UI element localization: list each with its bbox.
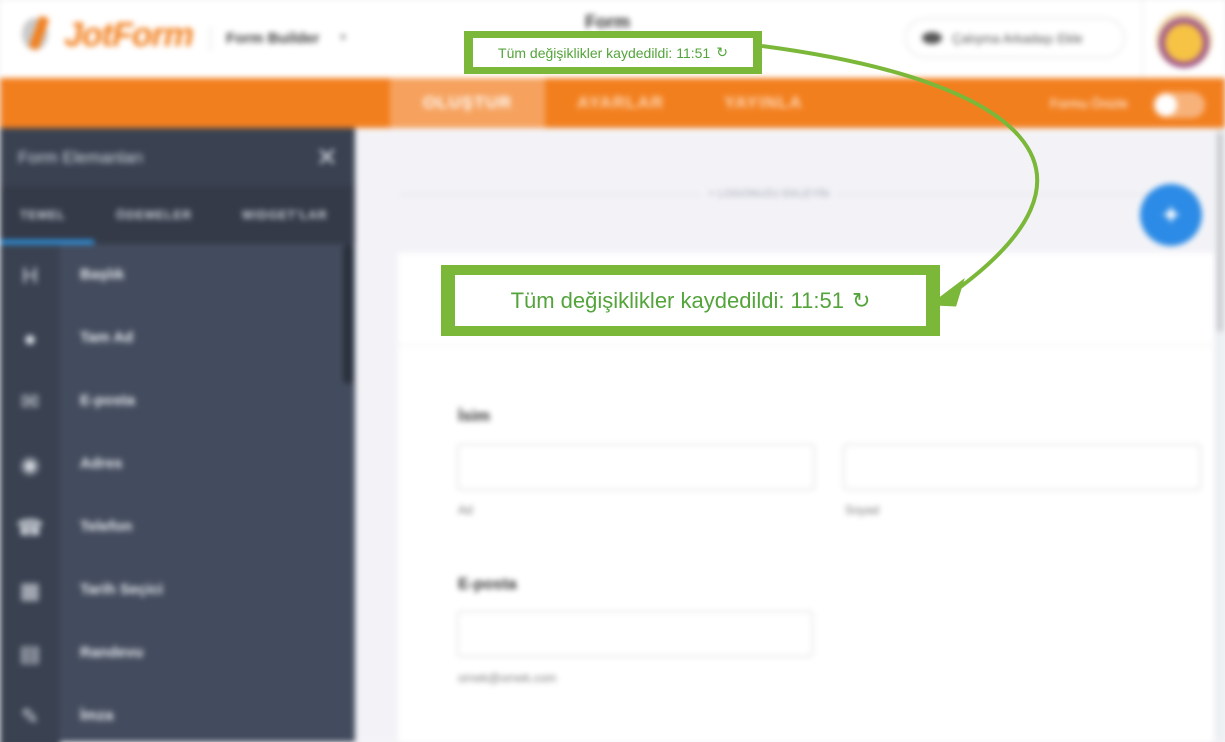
save-status-callout-zoom: Tüm değişiklikler kaydedildi: 11:51 ↻ [441, 265, 940, 336]
close-icon[interactable]: ✕ [316, 142, 338, 173]
add-logo-link[interactable]: + LOGONUZU EKLEYİN [700, 188, 838, 200]
toggle-knob [1155, 94, 1177, 116]
add-collaborator-label: Çalışma Arkadaşı Ekle [952, 30, 1083, 46]
sidebar-item-label: E-posta [80, 392, 136, 409]
form-builder-menu[interactable]: Form Builder [226, 30, 319, 47]
phone-icon: ☎ [0, 496, 60, 559]
calendar-icon: ▦ [0, 559, 60, 622]
last-name-input[interactable] [843, 444, 1201, 490]
sidebar-item-address[interactable]: ◉ Adres [0, 433, 355, 496]
first-name-sublabel: Ad [458, 503, 473, 517]
refresh-icon[interactable]: ↻ [716, 44, 728, 61]
paint-roller-icon: ✦ [1160, 199, 1182, 230]
refresh-icon: ↻ [851, 287, 871, 313]
appointment-icon: ▤ [0, 622, 60, 685]
sidebar-item-label: Tam Ad [80, 329, 134, 346]
header-divider [210, 26, 211, 52]
sidebar-item-date-picker[interactable]: ▦ Tarih Seçici [0, 559, 355, 622]
sidebar-item-email[interactable]: ✉ E-posta [0, 370, 355, 433]
sidebar-item-label: Tarih Seçici [80, 581, 164, 598]
name-field-label: İsim [458, 408, 491, 425]
user-avatar[interactable] [1156, 12, 1212, 68]
first-name-input[interactable] [457, 444, 815, 490]
email-input[interactable] [457, 611, 813, 657]
location-icon: ◉ [0, 433, 60, 496]
heading-icon: H [0, 244, 60, 307]
jotform-logo[interactable]: JotForm [18, 14, 194, 56]
tab-basic[interactable]: TEMEL [20, 208, 66, 222]
eye-icon [922, 32, 942, 44]
sidebar-tabs: TEMEL ÖDEMELER WIDGET'LAR [0, 186, 355, 244]
add-collaborator-button[interactable]: Çalışma Arkadaşı Ekle [905, 18, 1125, 58]
scrollbar-thumb[interactable] [1217, 132, 1223, 332]
canvas-scrollbar[interactable] [1215, 130, 1225, 742]
preview-form-label: Formu Önizle [1050, 96, 1129, 111]
element-list: H Başlık ● Tam Ad ✉ E-posta ◉ Adres ☎ Telefon… [0, 244, 355, 742]
envelope-icon: ✉ [0, 370, 60, 433]
email-sublabel: ornek@ornek.com [458, 671, 557, 685]
form-header-divider [398, 345, 1214, 346]
sidebar-item-signature[interactable]: ✎ İmza [0, 685, 355, 742]
tab-payments[interactable]: ÖDEMELER [116, 208, 192, 222]
last-name-sublabel: Soyad [845, 503, 880, 517]
sidebar-item-heading[interactable]: H Başlık [0, 244, 355, 307]
save-status-zoom-text: Tüm değişiklikler kaydedildi: 11:51 [510, 287, 844, 313]
sidebar-scrollbar[interactable] [343, 244, 353, 384]
jotform-builder-app: JotForm Form Builder ▾ Form Çalışma Arka… [0, 0, 1225, 742]
preview-toggle[interactable] [1153, 92, 1205, 118]
signature-icon: ✎ [0, 685, 60, 742]
email-field-label: E-posta [458, 576, 517, 593]
sidebar-item-appointment[interactable]: ▤ Randevu [0, 622, 355, 685]
sidebar-item-label: Başlık [80, 266, 125, 283]
sidebar-item-label: İmza [80, 707, 114, 724]
save-status-text: Tüm değişiklikler kaydedildi: 11:51 [498, 44, 711, 61]
tab-widgets[interactable]: WIDGET'LAR [242, 208, 328, 222]
sidebar-header: Form Elemanları ✕ [0, 128, 355, 186]
form-title[interactable]: Form [585, 12, 630, 33]
form-designer-button[interactable]: ✦ [1140, 184, 1202, 246]
user-icon: ● [0, 307, 60, 370]
jotform-logo-icon [18, 14, 56, 56]
tab-build[interactable]: OLUŞTUR [390, 78, 545, 128]
form-elements-sidebar: Form Elemanları ✕ TEMEL ÖDEMELER WIDGET'… [0, 128, 355, 742]
logo-text: JotForm [64, 15, 194, 54]
tab-publish[interactable]: YAYINLA [724, 78, 803, 128]
header-separator [1142, 0, 1143, 78]
sidebar-item-phone[interactable]: ☎ Telefon [0, 496, 355, 559]
sidebar-item-label: Telefon [80, 518, 133, 535]
sidebar-item-label: Randevu [80, 644, 144, 661]
save-status-callout-small: Tüm değişiklikler kaydedildi: 11:51 ↻ [464, 31, 762, 74]
tab-settings[interactable]: AYARLAR [577, 78, 664, 128]
chevron-down-icon[interactable]: ▾ [340, 30, 346, 44]
sidebar-item-full-name[interactable]: ● Tam Ad [0, 307, 355, 370]
save-status-box: Tüm değişiklikler kaydedildi: 11:51 ↻ [473, 38, 753, 67]
save-status-zoom-box: Tüm değişiklikler kaydedildi: 11:51 ↻ [455, 275, 926, 326]
sidebar-title: Form Elemanları [18, 148, 144, 167]
sidebar-item-label: Adres [80, 455, 123, 472]
